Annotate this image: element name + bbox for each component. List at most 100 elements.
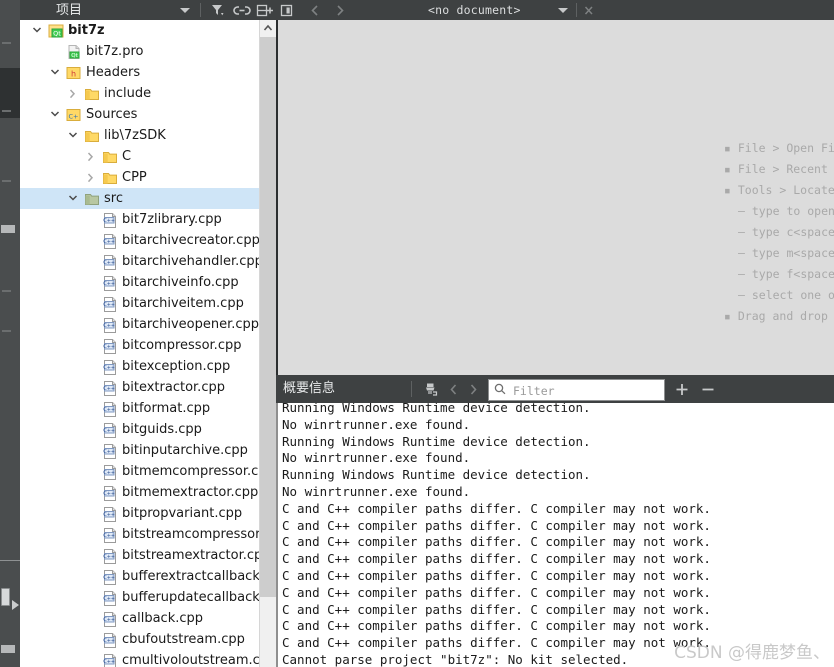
cpp-file-icon: C++: [102, 527, 118, 543]
chevron-down-icon[interactable]: [180, 8, 190, 13]
editor-hint: – select one of: [738, 285, 834, 306]
svg-text:C++: C++: [103, 470, 115, 476]
tree-item-bitarchiveitem-cpp[interactable]: C++ bitarchiveitem.cpp: [20, 293, 276, 314]
editor-hint: – type to open: [738, 201, 834, 222]
tree-item-cpp[interactable]: CPP: [20, 167, 276, 188]
close-icon[interactable]: [582, 3, 596, 18]
tree-item-bitguids-cpp[interactable]: C++ bitguids.cpp: [20, 419, 276, 440]
close-sidebar-icon[interactable]: [279, 3, 295, 18]
chevron-down-icon[interactable]: [68, 188, 82, 209]
tree-item-bitexception-cpp[interactable]: C++ bitexception.cpp: [20, 356, 276, 377]
nav-back-icon[interactable]: [308, 3, 322, 18]
mode-icon[interactable]: [1, 645, 15, 653]
tree-item-bitstreamcompressor-cpp[interactable]: C++ bitstreamcompressor.cpp: [20, 524, 276, 545]
play-icon[interactable]: [12, 600, 19, 610]
tree-item-include[interactable]: include: [20, 83, 276, 104]
tree-item-bitpropvariant-cpp[interactable]: C++ bitpropvariant.cpp: [20, 503, 276, 524]
output-gutter: [276, 403, 278, 667]
tree-item-src[interactable]: src: [20, 188, 276, 209]
tree-item-label: include: [104, 86, 152, 101]
cpp-file-icon: C++: [102, 401, 118, 417]
cpp-file-icon: C++: [102, 548, 118, 564]
tree-item-bitarchivecreator-cpp[interactable]: C++ bitarchivecreator.cpp: [20, 230, 276, 251]
tree-item-sources[interactable]: C+ Sources: [20, 104, 276, 125]
cpp-file-icon: C++: [102, 506, 118, 522]
cpp-file-icon: C++: [102, 254, 118, 270]
tree-item-bitmemcompressor-cpp[interactable]: C++ bitmemcompressor.cpp: [20, 461, 276, 482]
tree-item-bitarchiveopener-cpp[interactable]: C++ bitarchiveopener.cpp: [20, 314, 276, 335]
editor-hint-text: Drag and drop: [737, 309, 828, 323]
nav-forward-icon[interactable]: [333, 3, 347, 18]
tree-item-cbufoutstream-cpp[interactable]: C++ cbufoutstream.cpp: [20, 629, 276, 650]
tree-item-bitinputarchive-cpp[interactable]: C++ bitinputarchive.cpp: [20, 440, 276, 461]
chevron-down-icon[interactable]: [32, 20, 46, 41]
chevron-down-icon[interactable]: [50, 104, 64, 125]
editor-hint-text: File > Recent: [737, 162, 828, 176]
svg-text:C++: C++: [103, 344, 115, 350]
tree-item-label: bitarchivehandler.cpp: [122, 254, 263, 269]
project-tree-scrollbar[interactable]: [259, 20, 276, 667]
tree-item-bitextractor-cpp[interactable]: C++ bitextractor.cpp: [20, 377, 276, 398]
qt-project-icon: Qt: [48, 23, 64, 39]
svg-text:C++: C++: [103, 659, 115, 665]
mode-tick: [2, 290, 11, 292]
svg-text:C++: C++: [103, 281, 115, 287]
tree-item-bit7z-pro[interactable]: Qt bit7z.pro: [20, 41, 276, 62]
tree-item-lib-7zsdk[interactable]: lib\7zSDK: [20, 125, 276, 146]
tree-item-bufferextractcallback-cpp[interactable]: C++ bufferextractcallback.cpp: [20, 566, 276, 587]
output-line: No winrtrunner.exe found.: [282, 483, 471, 499]
output-panel-header: 概要信息: [276, 375, 834, 403]
scrollbar-thumb[interactable]: [260, 37, 276, 597]
plus-icon[interactable]: [674, 381, 690, 398]
mode-selector-strip[interactable]: [0, 0, 20, 667]
svg-text:C++: C++: [103, 407, 115, 413]
tree-item-bitformat-cpp[interactable]: C++ bitformat.cpp: [20, 398, 276, 419]
chevron-down-icon[interactable]: [50, 62, 64, 83]
svg-text:C++: C++: [103, 365, 115, 371]
editor-area[interactable]: ▪ File > Open Fil ▪ File > Recent ▪ Tools…: [276, 20, 834, 375]
split-add-icon[interactable]: [256, 3, 273, 18]
prev-item-icon[interactable]: [446, 381, 461, 398]
output-text-area[interactable]: Running Windows Runtime device detection…: [276, 403, 834, 667]
tree-item-c[interactable]: C: [20, 146, 276, 167]
chevron-down-icon[interactable]: [68, 125, 82, 146]
svg-text:C++: C++: [103, 575, 115, 581]
tree-item-headers[interactable]: h Headers: [20, 62, 276, 83]
tree-item-bitarchiveinfo-cpp[interactable]: C++ bitarchiveinfo.cpp: [20, 272, 276, 293]
minus-icon[interactable]: [700, 381, 716, 398]
chevron-down-icon[interactable]: [558, 8, 568, 13]
tree-item-bitstreamextractor-cpp[interactable]: C++ bitstreamextractor.cpp: [20, 545, 276, 566]
clear-output-icon[interactable]: [422, 381, 439, 398]
output-filter[interactable]: [488, 379, 665, 402]
next-item-icon[interactable]: [466, 381, 481, 398]
tree-item-cmultivoloutstream-cpp[interactable]: C++ cmultivoloutstream.cpp: [20, 650, 276, 667]
tree-item-bufferupdatecallback-cpp[interactable]: C++ bufferupdatecallback.cpp: [20, 587, 276, 608]
cpp-file-icon: C++: [102, 569, 118, 585]
svg-text:Qt: Qt: [53, 30, 61, 38]
chevron-right-icon[interactable]: [86, 146, 100, 167]
tree-item-bit7z[interactable]: Qt bit7z: [20, 20, 276, 41]
tree-item-label: bitarchiveopener.cpp: [122, 317, 260, 332]
filter-input[interactable]: [511, 380, 663, 402]
run-button[interactable]: [1, 588, 10, 606]
mode-divider: [0, 560, 20, 561]
editor-hint-text: type to open: [751, 204, 834, 218]
tree-item-bitcompressor-cpp[interactable]: C++ bitcompressor.cpp: [20, 335, 276, 356]
tree-item-bitmemextractor-cpp[interactable]: C++ bitmemextractor.cpp: [20, 482, 276, 503]
output-line: No winrtrunner.exe found.: [282, 450, 471, 466]
search-icon: [493, 382, 507, 396]
cpp-file-icon: C++: [102, 359, 118, 375]
tree-item-bitarchivehandler-cpp[interactable]: C++ bitarchivehandler.cpp: [20, 251, 276, 272]
tree-item-callback-cpp[interactable]: C++ callback.cpp: [20, 608, 276, 629]
project-tree[interactable]: Qt bit7z Qt bit7z.pro h Headers include C+ Sourc…: [20, 20, 276, 667]
chevron-right-icon[interactable]: [86, 167, 100, 188]
tree-item-bit7zlibrary-cpp[interactable]: C++ bit7zlibrary.cpp: [20, 209, 276, 230]
filter-icon[interactable]: [210, 3, 226, 18]
link-icon[interactable]: [233, 3, 251, 18]
scroll-up-icon[interactable]: [260, 20, 276, 37]
cpp-file-icon: C++: [102, 590, 118, 606]
chevron-right-icon[interactable]: [68, 83, 82, 104]
editor-hint: ▪ File > Open Fil: [724, 138, 834, 159]
svg-text:C++: C++: [103, 302, 115, 308]
mode-icon[interactable]: [1, 225, 15, 233]
